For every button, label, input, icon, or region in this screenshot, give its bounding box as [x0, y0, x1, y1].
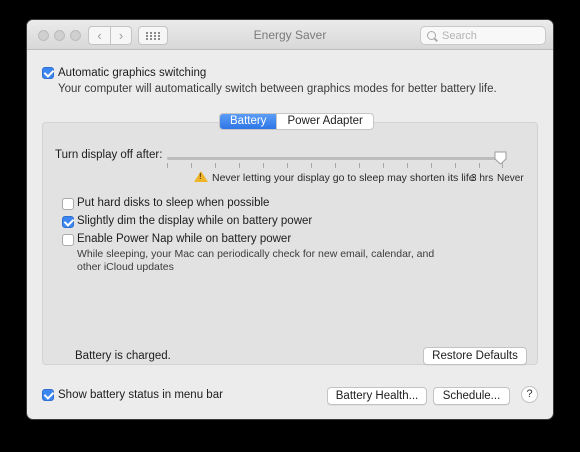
navigation-buttons: ‹ ›: [88, 26, 132, 45]
tab-power-adapter[interactable]: Power Adapter: [276, 114, 372, 129]
help-button[interactable]: ?: [521, 386, 538, 403]
grid-icon: [146, 31, 160, 40]
minimize-window-button[interactable]: [54, 30, 65, 41]
slider-ticks: [167, 163, 503, 169]
power-source-tabs: Battery Power Adapter: [219, 113, 374, 130]
graphics-switching-checkbox[interactable]: [42, 67, 54, 79]
chevron-left-icon: ‹: [97, 28, 102, 43]
hard-disk-sleep-label: Put hard disks to sleep when possible: [77, 197, 270, 209]
show-all-button[interactable]: [138, 26, 168, 45]
search-icon: [427, 31, 436, 40]
battery-status-text: Battery is charged.: [75, 350, 171, 362]
search-input[interactable]: [442, 29, 532, 42]
window-title: Energy Saver: [253, 28, 327, 42]
tick-label-3hrs: 3 hrs: [471, 173, 494, 184]
dim-display-label: Slightly dim the display while on batter…: [77, 215, 313, 227]
menu-bar-status-checkbox[interactable]: [42, 389, 54, 401]
schedule-button[interactable]: Schedule...: [433, 387, 510, 405]
close-window-button[interactable]: [38, 30, 49, 41]
power-nap-checkbox[interactable]: [62, 234, 74, 246]
display-sleep-label: Turn display off after:: [55, 149, 163, 161]
graphics-switching-label: Automatic graphics switching: [58, 67, 207, 79]
back-button[interactable]: ‹: [89, 27, 110, 44]
display-sleep-warning: Never letting your display go to sleep m…: [212, 172, 475, 184]
power-nap-label: Enable Power Nap while on battery power: [77, 233, 292, 245]
energy-saver-window: ‹ › Energy Saver Automatic graphics swit…: [27, 20, 553, 419]
warning-icon: [194, 171, 208, 182]
battery-health-button[interactable]: Battery Health...: [327, 387, 427, 405]
zoom-window-button[interactable]: [70, 30, 81, 41]
restore-defaults-button[interactable]: Restore Defaults: [423, 347, 527, 365]
tab-battery[interactable]: Battery: [220, 114, 277, 129]
chevron-right-icon: ›: [118, 28, 124, 43]
menu-bar-status-label: Show battery status in menu bar: [58, 389, 223, 401]
title-bar: ‹ › Energy Saver: [27, 20, 553, 50]
graphics-switching-description: Your computer will automatically switch …: [58, 83, 497, 95]
hard-disk-sleep-checkbox[interactable]: [62, 198, 74, 210]
search-field[interactable]: [420, 26, 546, 45]
power-nap-description: While sleeping, your Mac can periodicall…: [77, 248, 435, 273]
forward-button[interactable]: ›: [110, 27, 131, 44]
slider-thumb[interactable]: [494, 151, 507, 165]
dim-display-checkbox[interactable]: [62, 216, 74, 228]
display-sleep-slider[interactable]: [167, 157, 503, 160]
tick-label-never: Never: [497, 173, 524, 184]
